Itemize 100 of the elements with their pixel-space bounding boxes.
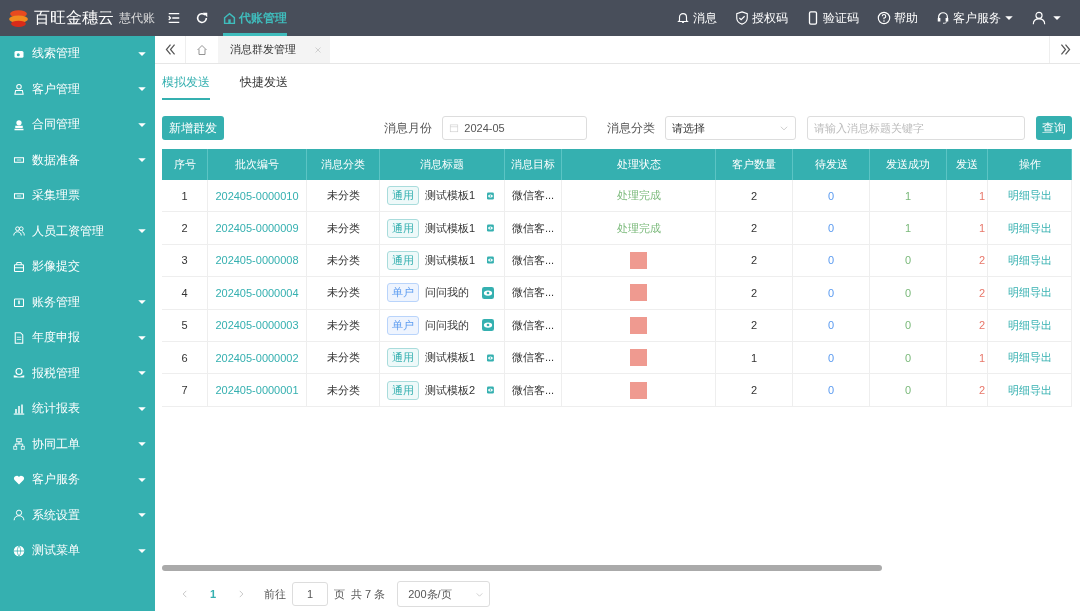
table-cell: 1	[947, 341, 988, 375]
batch-number-link[interactable]: 202405-0000002	[208, 341, 307, 375]
table-cell: 0	[870, 341, 947, 375]
export-details-link[interactable]: 明细导出	[988, 277, 1072, 310]
export-details-link[interactable]: 明细导出	[988, 212, 1072, 245]
search-field[interactable]: 请输入消息标题关键字	[807, 116, 1026, 140]
globe-icon	[13, 544, 25, 557]
table-cell: 微信客...	[505, 341, 562, 375]
box-icon	[13, 296, 25, 309]
header-action[interactable]: 客户服务	[936, 9, 1014, 27]
message-title: 测试模板1	[425, 220, 476, 236]
sidebar-item[interactable]: 账务管理	[0, 284, 155, 320]
chevron-left-icon	[180, 589, 190, 599]
table-cell: 处理完成	[562, 180, 716, 213]
page-tab[interactable]: 消息群发管理	[218, 36, 330, 63]
table-cell: 0	[870, 277, 947, 310]
batch-number-link[interactable]: 202405-0000008	[208, 244, 307, 278]
page-input[interactable]: 1	[292, 582, 328, 606]
page-number[interactable]: 1	[200, 588, 226, 600]
batch-number-link[interactable]: 202405-0000001	[208, 374, 307, 407]
sidebar-item[interactable]: 客户服务	[0, 462, 155, 498]
sidebar-item[interactable]: 测试菜单	[0, 533, 155, 569]
export-details-link[interactable]: 明细导出	[988, 341, 1072, 375]
table-cell: 6	[162, 341, 208, 375]
table-cell: 2	[716, 277, 793, 310]
batch-number-link[interactable]: 202405-0000004	[208, 277, 307, 310]
table-cell: 微信客...	[505, 309, 562, 342]
sidebar-item[interactable]: 线索管理	[0, 36, 155, 72]
table-cell: 2	[716, 212, 793, 245]
menu-icon	[167, 11, 181, 25]
category-select[interactable]: 请选择	[664, 116, 797, 140]
goto-label: 前往	[264, 586, 286, 602]
batch-number-link[interactable]: 202405-0000010	[208, 180, 307, 213]
sidebar-item[interactable]: 年度申报	[0, 320, 155, 356]
sidebar-item[interactable]: 统计报表	[0, 391, 155, 427]
table-cell: 未分类	[307, 277, 380, 310]
shield-icon	[735, 11, 749, 25]
column-header: 发送成功	[870, 149, 947, 180]
home-icon	[223, 11, 236, 25]
table-cell: 0	[793, 212, 870, 245]
eye-icon	[482, 319, 494, 332]
sidebar-item[interactable]: 系统设置	[0, 497, 155, 533]
table-cell: 4	[162, 277, 208, 310]
category-label: 消息分类	[606, 119, 655, 137]
double-chevron-right-icon	[1058, 43, 1072, 56]
table-cell: 微信客...	[505, 277, 562, 310]
header-action[interactable]: 消息	[676, 9, 717, 27]
table-cell: 未分类	[307, 309, 380, 342]
table-cell: 7	[162, 374, 208, 407]
table-cell: 2	[162, 212, 208, 245]
sidebar-item[interactable]: 影像提交	[0, 249, 155, 285]
table-cell: 0	[793, 309, 870, 342]
sidebar-item[interactable]: 数据准备	[0, 142, 155, 178]
heart-icon	[13, 473, 25, 486]
horizontal-scrollbar[interactable]	[162, 565, 882, 571]
table-cell: 未分类	[307, 180, 380, 213]
table-cell: 微信客...	[505, 212, 562, 245]
table-cell: 未分类	[307, 212, 380, 245]
month-field[interactable]: 2024-05	[442, 116, 587, 140]
page-size-select[interactable]: 200条/页	[397, 581, 491, 607]
export-details-link[interactable]: 明细导出	[988, 180, 1072, 213]
header-action[interactable]: 授权码	[735, 9, 788, 27]
sidebar-item[interactable]: 客户管理	[0, 71, 155, 107]
message-title: 测试模板1	[425, 252, 476, 268]
user-icon	[1032, 11, 1046, 25]
table-cell: 0	[793, 244, 870, 278]
stamp-icon	[13, 118, 25, 131]
header-action[interactable]: 帮助	[877, 9, 918, 27]
batch-number-link[interactable]: 202405-0000009	[208, 212, 307, 245]
app-name: 百旺金穗云	[34, 7, 114, 28]
product-name: 慧代账	[119, 9, 155, 27]
sidebar-item[interactable]: 人员工资管理	[0, 213, 155, 249]
sidebar-item[interactable]: 合同管理	[0, 107, 155, 143]
message-title: 问问我的	[425, 285, 469, 301]
export-details-link[interactable]: 明细导出	[988, 309, 1072, 342]
refresh-icon	[195, 11, 209, 25]
home-icon	[196, 43, 208, 56]
sidebar-item[interactable]: 报税管理	[0, 355, 155, 391]
message-tag: 单户	[387, 315, 419, 335]
sub-tab[interactable]: 模拟发送	[162, 74, 210, 100]
column-header: 发送	[947, 149, 988, 180]
sidebar-item[interactable]: 协同工单	[0, 426, 155, 462]
sub-tab[interactable]: 快捷发送	[240, 74, 288, 100]
table-cell: 0	[793, 180, 870, 213]
document-icon	[13, 331, 25, 344]
sidebar-item[interactable]: 采集理票	[0, 178, 155, 214]
total-count: 共 7 条	[351, 586, 386, 602]
message-title: 问问我的	[425, 317, 469, 333]
calendar-icon	[449, 123, 460, 133]
table-cell: 1	[947, 180, 988, 213]
chevron-right-icon	[236, 589, 246, 599]
batch-number-link[interactable]: 202405-0000003	[208, 309, 307, 342]
export-details-link[interactable]: 明细导出	[988, 374, 1072, 407]
query-button[interactable]: 查询	[1036, 116, 1072, 140]
header-action[interactable]: 验证码	[806, 9, 859, 27]
table-cell: 未分类	[307, 244, 380, 278]
table-cell: 1	[162, 180, 208, 213]
export-details-link[interactable]: 明细导出	[988, 244, 1072, 278]
add-broadcast-button[interactable]: 新增群发	[162, 116, 224, 140]
table-cell: 3	[162, 244, 208, 278]
